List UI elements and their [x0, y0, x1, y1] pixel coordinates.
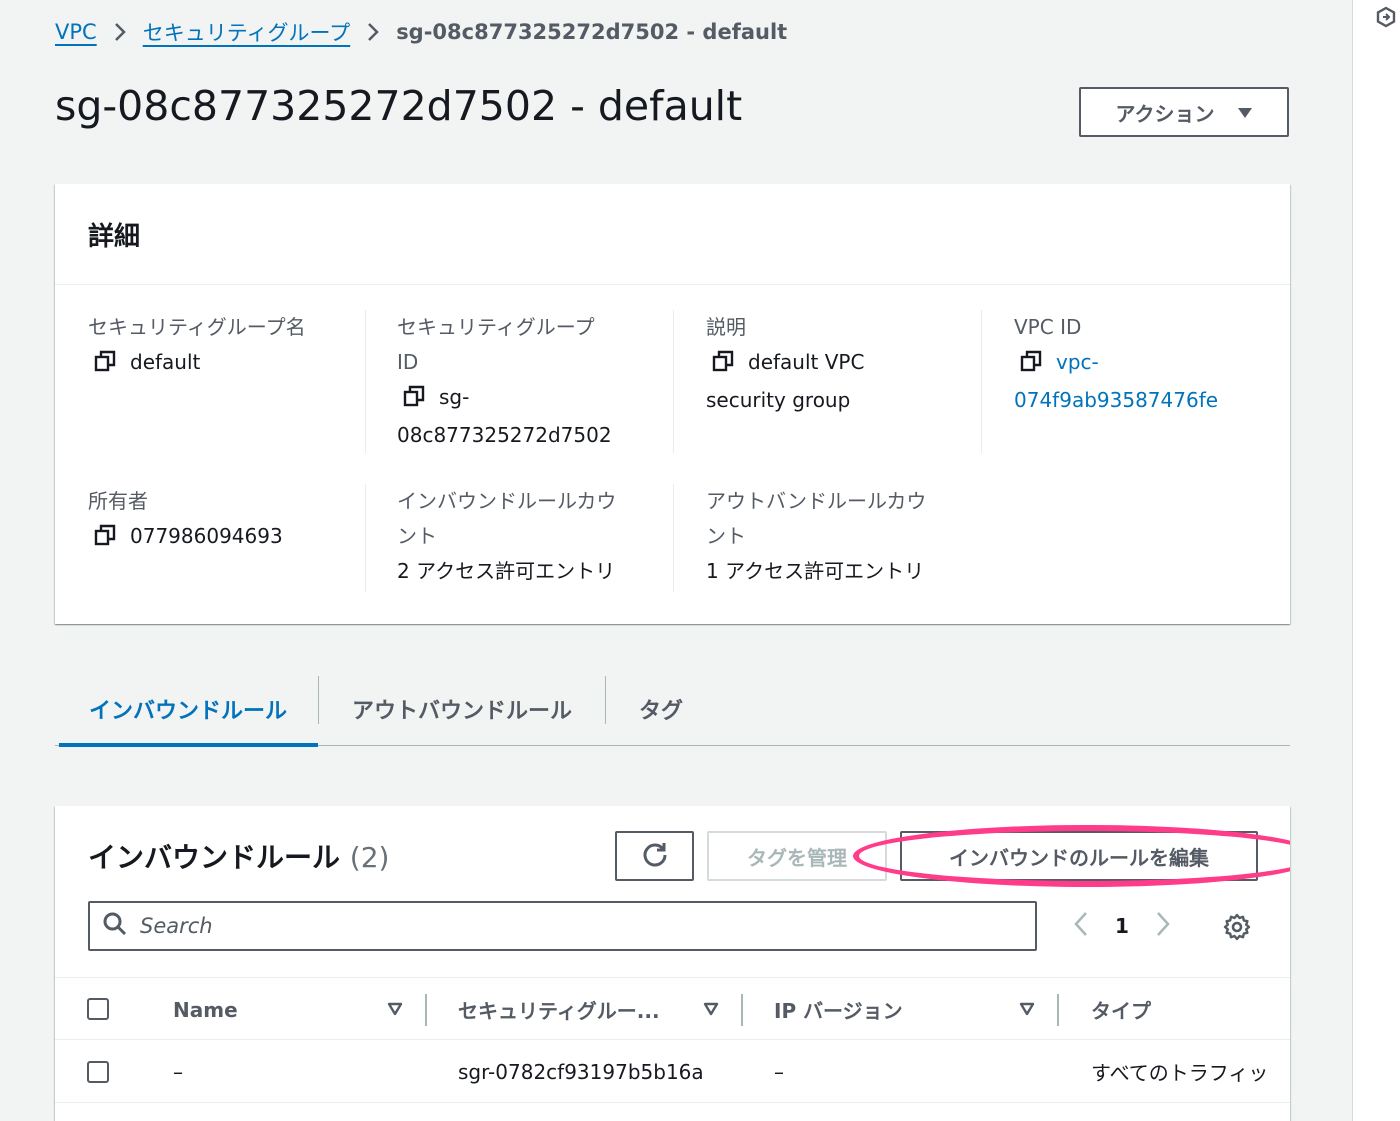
column-divider — [673, 484, 674, 592]
column-header-type[interactable]: タイプ — [1091, 978, 1151, 1041]
breadcrumb-vpc-link[interactable]: VPC — [55, 20, 97, 44]
outbound-count-field: アウトバンドルールカウ ント 1 アクセス許可エントリ — [706, 484, 926, 589]
tab-separator — [318, 676, 319, 724]
copy-icon[interactable] — [712, 348, 734, 383]
tab-inbound-rules[interactable]: インバウンドルール — [89, 672, 287, 746]
inbound-count-value: 2 アクセス許可エントリ — [397, 559, 616, 583]
description-value-cont: security group — [706, 388, 851, 412]
manage-tags-button[interactable]: タグを管理 — [707, 831, 887, 881]
column-divider — [365, 310, 366, 453]
column-divider — [365, 484, 366, 592]
vpc-id-field: VPC ID vpc- 074f9ab93587476fe — [1014, 310, 1218, 418]
gear-icon[interactable] — [1223, 913, 1251, 945]
active-tab-indicator — [59, 743, 318, 747]
pagination: 1 — [1073, 906, 1171, 946]
cell-type: すべてのトラフィッ — [1091, 1061, 1269, 1085]
actions-button-label: アクション — [1115, 101, 1215, 126]
details-panel: 詳細 セキュリティグループ名 default セキュリティグループ ID sg-… — [55, 184, 1290, 624]
cell-ip-version: – — [774, 1059, 784, 1084]
row-checkbox[interactable] — [87, 1061, 109, 1083]
description-value: default VPC — [748, 350, 865, 374]
sg-name-field: セキュリティグループ名 default — [88, 310, 306, 383]
refresh-icon — [641, 840, 669, 873]
right-rail — [1352, 0, 1400, 1121]
sg-id-value: sg- — [439, 385, 470, 409]
inbound-count-field: インバウンドルールカウ ント 2 アクセス許可エントリ — [397, 484, 616, 589]
current-page-number[interactable]: 1 — [1115, 914, 1129, 938]
actions-button[interactable]: アクション — [1079, 87, 1289, 137]
breadcrumb-current: sg-08c877325272d7502 - default — [396, 20, 788, 44]
sort-down-icon[interactable] — [1019, 1001, 1035, 1020]
sg-name-value: default — [130, 350, 201, 374]
rules-title-text: インバウンドルール — [88, 841, 341, 874]
owner-label: 所有者 — [88, 489, 148, 513]
tab-outbound-rules[interactable]: アウトバウンドルール — [352, 672, 572, 746]
rules-count: (2) — [349, 841, 390, 874]
vpc-id-label: VPC ID — [1014, 315, 1082, 339]
breadcrumb: VPC セキュリティグループ sg-08c877325272d7502 - de… — [55, 18, 787, 46]
description-field: 説明 default VPC security group — [706, 310, 864, 418]
refresh-button[interactable] — [615, 831, 694, 881]
outbound-count-label-cont: ント — [706, 524, 746, 548]
cell-name: – — [173, 1059, 183, 1084]
column-divider — [981, 310, 982, 453]
outbound-count-value: 1 アクセス許可エントリ — [706, 559, 925, 583]
chevron-left-icon[interactable] — [1073, 911, 1089, 942]
tab-separator — [605, 676, 606, 724]
vpc-id-link[interactable]: vpc- — [1056, 350, 1099, 374]
sort-down-icon[interactable] — [387, 1001, 403, 1020]
column-resizer[interactable] — [425, 994, 427, 1026]
sg-id-value-cont: 08c877325272d7502 — [397, 423, 612, 447]
sort-down-icon[interactable] — [703, 1001, 719, 1020]
table-header: Name セキュリティグルー... IP バージョン タイプ — [55, 977, 1290, 1040]
column-header-name[interactable]: Name — [173, 978, 238, 1041]
column-divider — [673, 310, 674, 453]
copy-icon[interactable] — [94, 522, 116, 557]
inbound-rules-panel: インバウンドルール (2) タグを管理 インバウンドのルールを編集 1 Name — [55, 806, 1290, 1121]
copy-icon[interactable] — [94, 348, 116, 383]
copy-icon[interactable] — [403, 383, 425, 418]
sg-id-label: セキュリティグループ — [397, 315, 595, 339]
column-resizer[interactable] — [741, 994, 743, 1026]
column-header-security-group-rule[interactable]: セキュリティグルー... — [458, 978, 660, 1041]
table-row: – sgr-0782cf93197b5b16a – すべてのトラフィッ — [55, 1040, 1290, 1103]
inbound-count-label-cont: ント — [397, 524, 437, 548]
sg-id-field: セキュリティグループ ID sg- 08c877325272d7502 — [397, 310, 612, 453]
breadcrumb-security-groups-link[interactable]: セキュリティグループ — [143, 17, 350, 47]
owner-value: 077986094693 — [130, 524, 283, 548]
page-title: sg-08c877325272d7502 - default — [55, 82, 743, 130]
description-label: 説明 — [706, 315, 746, 339]
chevron-right-icon[interactable] — [1155, 911, 1171, 942]
details-heading: 詳細 — [88, 221, 141, 252]
vpc-id-link-cont[interactable]: 074f9ab93587476fe — [1014, 383, 1218, 418]
tab-tags[interactable]: タグ — [639, 672, 683, 746]
search-input[interactable] — [140, 914, 1020, 938]
search-box[interactable] — [88, 901, 1037, 951]
edit-inbound-rules-button[interactable]: インバウンドのルールを編集 — [900, 831, 1258, 881]
chevron-right-icon — [113, 22, 127, 42]
search-icon — [102, 911, 128, 941]
outbound-count-label: アウトバンドルールカウ — [706, 489, 927, 513]
column-resizer[interactable] — [1057, 994, 1059, 1026]
cloudshell-icon[interactable] — [1375, 6, 1397, 28]
column-header-ip-version[interactable]: IP バージョン — [774, 978, 903, 1041]
details-header: 詳細 — [55, 184, 1290, 285]
sg-name-label: セキュリティグループ名 — [88, 315, 306, 339]
rules-title: インバウンドルール (2) — [88, 836, 389, 876]
caret-down-icon — [1237, 100, 1253, 124]
chevron-right-icon — [366, 22, 380, 42]
tab-bar: インバウンドルール アウトバウンドルール タグ — [55, 672, 1290, 747]
copy-icon[interactable] — [1020, 348, 1042, 383]
inbound-count-label: インバウンドルールカウ — [397, 489, 617, 513]
select-all-checkbox[interactable] — [87, 998, 109, 1020]
cell-security-group-rule-id: sgr-0782cf93197b5b16a — [458, 1059, 704, 1084]
sg-id-label-cont: ID — [397, 350, 419, 374]
owner-field: 所有者 077986094693 — [88, 484, 283, 557]
